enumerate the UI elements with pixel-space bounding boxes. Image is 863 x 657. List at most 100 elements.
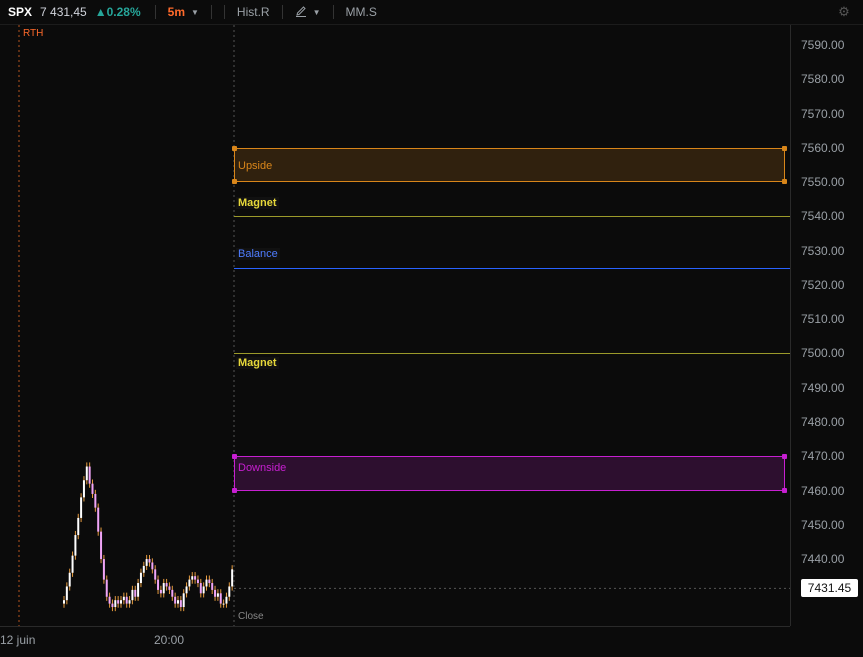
candle-body <box>145 559 148 566</box>
price-tick: 7590.00 <box>801 38 845 52</box>
drawing-tools-button[interactable]: ▼ <box>295 0 321 24</box>
price-tick: 7550.00 <box>801 175 845 190</box>
candle-body <box>202 586 205 594</box>
chart-canvas <box>18 25 790 626</box>
chart-pane[interactable]: RTH Close Upside Downside Magnet Balance… <box>0 25 790 626</box>
candle-body <box>228 586 231 597</box>
zone-handle[interactable] <box>782 179 787 185</box>
candle-body <box>91 483 94 494</box>
magnet-lower-line[interactable] <box>234 353 790 355</box>
candle-body <box>120 600 122 604</box>
price-tick: 7570.00 <box>801 106 845 121</box>
candle-body <box>214 589 217 597</box>
price-axis[interactable]: 7590.00 7580.00 7570.00 7560.00 7550.00 7540.… <box>790 25 863 626</box>
candle-body <box>131 589 134 601</box>
candle-body <box>82 480 85 498</box>
candle-body <box>111 603 114 608</box>
candle-body <box>114 600 117 608</box>
candle-body <box>216 593 219 597</box>
candle-body <box>222 603 225 605</box>
time-axis[interactable]: 12 juin 20:00 <box>0 626 790 657</box>
candle-body <box>208 579 211 584</box>
upside-label: Upside <box>238 159 273 172</box>
candle-body <box>63 600 65 604</box>
hist-button[interactable]: Hist.R <box>237 0 270 24</box>
candle-body <box>159 589 162 594</box>
price-change: ▲0.28% <box>94 5 141 19</box>
pencil-icon <box>295 5 307 20</box>
price-tick: 7480.00 <box>801 414 845 429</box>
candle-body <box>142 565 145 573</box>
zone-handle[interactable] <box>232 145 237 151</box>
toolbar-divider <box>332 5 334 19</box>
candle-body <box>128 600 131 604</box>
gear-icon[interactable]: ⚙ <box>837 5 851 19</box>
time-label: 20:00 <box>154 633 185 647</box>
chart-toolbar: SPX 7 431,45 ▲0.28% 5m ▼ Hist.R ▼ MM.S ⚙ <box>0 0 863 25</box>
time-label: 12 juin <box>0 633 36 647</box>
candle-body <box>168 586 171 590</box>
candle-body <box>74 535 77 556</box>
zone-handle[interactable] <box>782 145 787 151</box>
price-tick: 7510.00 <box>801 312 845 327</box>
interval-selector[interactable]: 5m ▼ <box>168 0 199 24</box>
chevron-down-icon: ▼ <box>190 7 199 17</box>
magnet-upper-label: Magnet <box>236 197 279 210</box>
price-tick: 7530.00 <box>801 243 845 258</box>
symbol-price: 7 431,45 <box>40 5 87 19</box>
zone-handle[interactable] <box>232 179 237 185</box>
candle-body <box>219 593 222 604</box>
candle-body <box>211 583 214 590</box>
candle-body <box>194 576 197 580</box>
toolbar-divider <box>281 5 283 19</box>
zone-handle[interactable] <box>232 487 237 493</box>
candle-body <box>177 600 179 604</box>
candle-body <box>125 596 128 604</box>
balance-label: Balance <box>236 247 280 260</box>
candle-body <box>85 466 88 481</box>
candle-body <box>182 593 185 608</box>
price-tick: 7460.00 <box>801 483 845 498</box>
downside-zone[interactable]: Downside <box>232 454 787 493</box>
ma-button[interactable]: MM.S <box>346 0 377 24</box>
price-tick: 7450.00 <box>801 517 845 532</box>
magnet-lower-label: Magnet <box>236 357 279 370</box>
zone-handle[interactable] <box>232 454 237 460</box>
candle-body <box>162 583 165 594</box>
magnet-upper-line[interactable] <box>234 216 790 218</box>
candle-body <box>191 576 194 580</box>
candle-body <box>105 579 108 597</box>
downside-label: Downside <box>238 462 287 475</box>
candle-body <box>134 589 137 597</box>
zone-handle[interactable] <box>782 487 787 493</box>
candle-body <box>139 572 142 584</box>
candle-body <box>151 562 154 570</box>
candle-body <box>179 600 182 608</box>
candle-body <box>154 569 157 580</box>
candle-body <box>88 466 91 484</box>
candle-body <box>80 497 83 518</box>
candle-body <box>94 493 97 508</box>
toolbar-divider <box>223 5 225 19</box>
zone-handle[interactable] <box>782 454 787 460</box>
candle-body <box>205 579 208 587</box>
symbol-name[interactable]: SPX <box>8 0 32 24</box>
balance-line[interactable] <box>234 267 790 269</box>
price-tick: 7540.00 <box>801 209 845 224</box>
price-tick: 7560.00 <box>801 140 845 155</box>
price-tick: 7500.00 <box>801 346 845 361</box>
toolbar-divider <box>210 5 212 19</box>
candle-body <box>199 583 202 594</box>
candle-body <box>71 555 74 573</box>
upside-zone[interactable]: Upside <box>232 145 787 185</box>
candle-body <box>171 589 174 597</box>
candle-body <box>100 531 103 560</box>
interval-label: 5m <box>167 5 185 19</box>
candle-body <box>65 586 68 601</box>
candle-body <box>225 596 228 604</box>
chevron-down-icon: ▼ <box>312 7 321 17</box>
candle-body <box>148 559 151 563</box>
candle-body <box>157 579 160 590</box>
price-tick: 7520.00 <box>801 277 845 292</box>
session-label: RTH <box>23 28 44 39</box>
